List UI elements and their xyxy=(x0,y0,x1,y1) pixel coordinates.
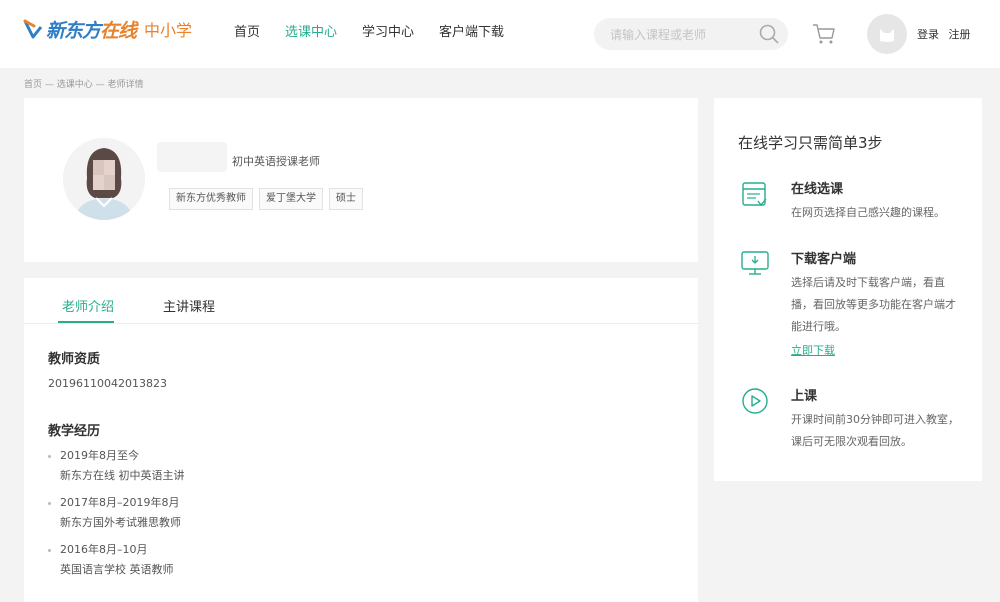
step-1-desc: 在网页选择自己感兴趣的课程。 xyxy=(791,206,945,219)
teacher-photo xyxy=(63,138,145,220)
auth-links: 登录 注册 xyxy=(917,26,977,42)
cart-icon[interactable] xyxy=(812,23,836,49)
register-link[interactable]: 注册 xyxy=(949,28,971,41)
tag-university: 爱丁堡大学 xyxy=(259,188,323,210)
course-select-icon xyxy=(740,180,770,214)
download-now-link[interactable]: 立即下载 xyxy=(791,342,835,358)
qualification-number: 20196110042013823 xyxy=(48,377,167,390)
search-box[interactable]: 请输入课程或老师 xyxy=(594,18,788,50)
teacher-tags: 新东方优秀教师 爱丁堡大学 硕士 xyxy=(169,188,369,210)
qualification-title: 教师资质 xyxy=(48,352,101,367)
experience-period: 2017年8月–2019年8月 xyxy=(60,496,180,509)
detail-tabs: 老师介绍 主讲课程 xyxy=(24,278,698,324)
teacher-detail-card: 老师介绍 主讲课程 教师资质 20196110042013823 教学经历 20… xyxy=(24,278,698,602)
tag-degree: 硕士 xyxy=(329,188,363,210)
step-2-title: 下载客户端 xyxy=(791,252,857,267)
experience-detail: 新东方在线 初中英语主讲 xyxy=(60,469,185,482)
step-2-desc: 选择后请及时下载客户端，看直播，看回放等更多功能在客户端才能进行哦。 xyxy=(791,276,956,333)
top-bar: 新东方在线 中小学 首页 选课中心 学习中心 客户端下载 请输入课程或老师 登录… xyxy=(0,0,1000,68)
steps-title: 在线学习只需简单3步 xyxy=(738,134,883,152)
nav-client-download[interactable]: 客户端下载 xyxy=(439,24,504,42)
user-avatar[interactable] xyxy=(867,14,907,54)
nav-study-center[interactable]: 学习中心 xyxy=(362,24,414,42)
brand-name: 新东方在线 xyxy=(46,19,137,42)
tab-teacher-intro[interactable]: 老师介绍 xyxy=(62,296,114,315)
step-3-title: 上课 xyxy=(791,389,818,404)
experience-item: 2017年8月–2019年8月 新东方国外考试雅思教师 xyxy=(48,493,181,533)
main-nav: 首页 选课中心 学习中心 客户端下载 xyxy=(234,24,529,42)
search-icon[interactable] xyxy=(758,23,780,49)
bullet-icon xyxy=(48,502,51,505)
bullet-icon xyxy=(48,455,51,458)
step-1-title: 在线选课 xyxy=(791,182,844,197)
tab-courses[interactable]: 主讲课程 xyxy=(163,296,215,315)
user-icon xyxy=(880,29,894,42)
experience-period: 2016年8月–10月 xyxy=(60,543,148,556)
logo-icon xyxy=(22,18,44,40)
experience-item: 2019年8月至今 新东方在线 初中英语主讲 xyxy=(48,446,185,486)
search-input[interactable]: 请输入课程或老师 xyxy=(610,26,706,43)
step-3-desc: 开课时间前30分钟即可进入教室，课后可无限次观看回放。 xyxy=(791,413,959,448)
login-link[interactable]: 登录 xyxy=(917,28,939,41)
breadcrumb: 首页 — 选课中心 — 老师详情 xyxy=(24,80,144,90)
teacher-profile-card: 初中英语授课老师 新东方优秀教师 爱丁堡大学 硕士 xyxy=(24,98,698,262)
experience-title: 教学经历 xyxy=(48,424,101,439)
experience-detail: 英国语言学校 英语教师 xyxy=(60,563,174,576)
teacher-subject: 初中英语授课老师 xyxy=(232,155,320,168)
nav-course-center[interactable]: 选课中心 xyxy=(285,24,337,42)
teacher-name-redacted xyxy=(157,142,227,172)
brand-sub: 中小学 xyxy=(144,21,193,40)
play-icon xyxy=(740,386,770,420)
experience-period: 2019年8月至今 xyxy=(60,449,139,462)
experience-item: 2016年8月–10月 英国语言学校 英语教师 xyxy=(48,540,174,580)
bullet-icon xyxy=(48,549,51,552)
tag-excellent-teacher: 新东方优秀教师 xyxy=(169,188,253,210)
experience-detail: 新东方国外考试雅思教师 xyxy=(60,516,181,529)
active-tab-indicator xyxy=(58,321,114,323)
brand-logo[interactable]: 新东方在线 中小学 xyxy=(22,16,192,42)
monitor-icon xyxy=(740,248,770,282)
steps-card: 在线学习只需简单3步 在线选课 在网页选择自己感兴趣的课程。 下载客户端 选择后… xyxy=(714,98,982,481)
nav-home[interactable]: 首页 xyxy=(234,24,260,42)
